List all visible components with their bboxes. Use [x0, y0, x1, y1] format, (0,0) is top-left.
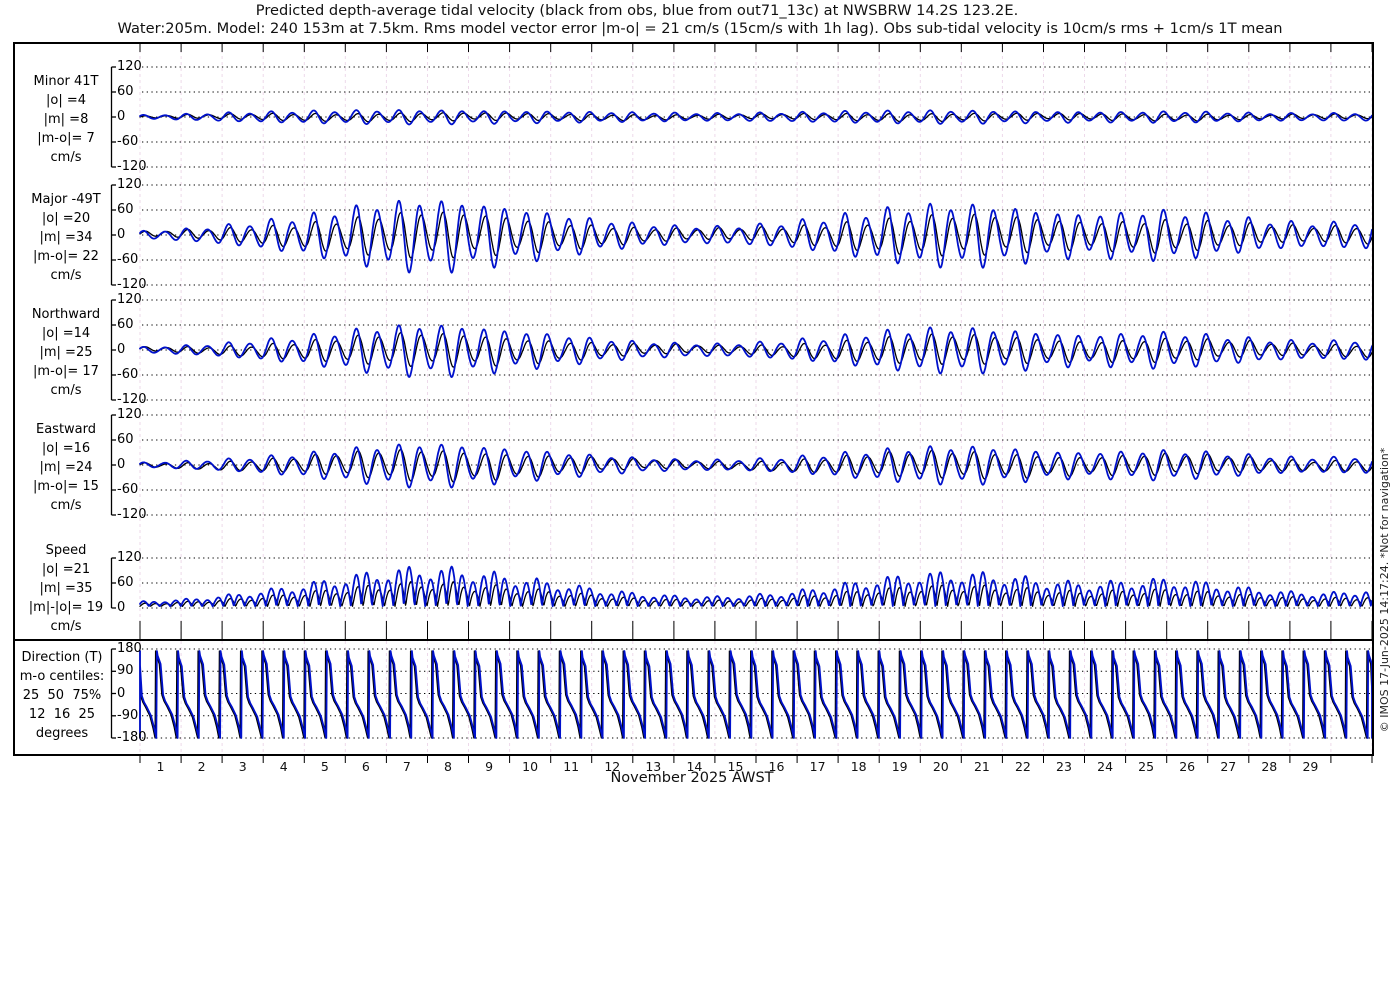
y-tick-label: 0 — [117, 227, 126, 242]
y-tick-label: -60 — [117, 134, 139, 149]
day-label: 9 — [485, 759, 494, 774]
y-tick-label: 60 — [117, 575, 134, 590]
panel-label-line: |m| =34 — [39, 230, 93, 245]
y-tick-label: -90 — [117, 707, 139, 723]
day-label: 6 — [361, 759, 370, 774]
panel-label-minor: Minor 41T |o| =4 |m| =8 |m-o|= 7 cm/s — [16, 72, 116, 167]
y-tick-label: 60 — [117, 202, 134, 217]
panel-label-line: |o| =14 — [41, 326, 91, 341]
panel-label-line: cm/s — [50, 268, 82, 283]
panel-label-line: |m| =24 — [39, 460, 93, 475]
day-label: 26 — [1179, 759, 1196, 774]
day-label: 19 — [891, 759, 908, 774]
day-label: 28 — [1261, 759, 1278, 774]
panel-label-line: |m-o|= 22 — [33, 249, 99, 264]
panel-label-speed: Speed |o| =21 |m| =35 |m|-|o|= 19 cm/s — [16, 541, 116, 636]
panel-label-line: cm/s — [50, 619, 82, 634]
tidal-velocity-figure: Predicted depth-average tidal velocity (… — [0, 0, 1400, 800]
day-label: 10 — [522, 759, 539, 774]
panel-label-line: Speed — [45, 543, 87, 558]
day-label: 4 — [279, 759, 288, 774]
y-tick-label: 0 — [117, 342, 126, 357]
panel-label-line: Minor 41T — [33, 74, 99, 89]
panel-label-line: 12 16 25 — [28, 707, 96, 722]
day-label: 23 — [1056, 759, 1072, 774]
day-label: 5 — [320, 759, 329, 774]
day-label: 22 — [1014, 759, 1031, 774]
y-tick-label: 60 — [117, 317, 134, 332]
day-label: 7 — [402, 759, 411, 774]
day-label: 21 — [973, 759, 990, 774]
panel-label-line: Northward — [31, 307, 101, 322]
panel-label-line: Major -49T — [31, 192, 101, 207]
panel-label-line: |m| =35 — [39, 581, 93, 596]
panel-label-line: m-o centiles: — [19, 669, 105, 684]
panel-label-line: |o| =21 — [41, 562, 91, 577]
y-tick-label: 90 — [117, 663, 134, 679]
panel-label-eastward: Eastward |o| =16 |m| =24 |m-o|= 15 cm/s — [16, 420, 116, 515]
panel-label-line: Direction (T) — [21, 650, 103, 665]
day-label: 8 — [444, 759, 452, 774]
y-tick-label: 60 — [117, 432, 134, 447]
panel-label-direction: Direction (T) m-o centiles: 25 50 75% 12 16… — [12, 648, 112, 743]
y-tick-label: -120 — [117, 159, 147, 174]
panel-label-line: |o| =4 — [45, 93, 86, 108]
panel-label-line: |m-o|= 17 — [33, 364, 99, 379]
y-tick-label: 60 — [117, 84, 134, 99]
panel-label-northward: Northward |o| =14 |m| =25 |m-o|= 17 cm/s — [16, 305, 116, 400]
y-tick-label: 180 — [117, 641, 142, 656]
y-tick-label: 120 — [117, 59, 142, 74]
y-tick-label: 0 — [117, 109, 126, 124]
panel-label-line: |m-o|= 15 — [33, 479, 99, 494]
panel-label-line: |m|-|o|= 19 — [28, 600, 104, 615]
y-tick-label: -60 — [117, 482, 139, 497]
day-label: 27 — [1220, 759, 1237, 774]
y-tick-label: 120 — [117, 177, 142, 192]
day-label: 29 — [1302, 759, 1319, 774]
day-label: 2 — [197, 759, 206, 774]
panel-label-line: |o| =20 — [41, 211, 91, 226]
day-label: 18 — [850, 759, 867, 774]
imos-watermark: © IMOS 17-Jun-2025 14:17:24. *Not for na… — [1378, 447, 1391, 733]
y-tick-label: 0 — [117, 685, 126, 701]
y-tick-label: -180 — [117, 730, 147, 745]
y-tick-label: -120 — [117, 507, 147, 522]
direction-obs-curve — [139, 650, 1373, 739]
panel-label-line: degrees — [35, 726, 89, 741]
panel-label-line: |o| =16 — [41, 441, 91, 456]
panel-label-line: cm/s — [50, 383, 82, 398]
y-tick-label: 120 — [117, 407, 142, 422]
panel-label-line: |m| =8 — [43, 112, 89, 127]
day-label: 3 — [238, 759, 247, 774]
panel-label-line: |m| =25 — [39, 345, 93, 360]
y-tick-label: -60 — [117, 367, 139, 382]
panel-label-line: Eastward — [35, 422, 97, 437]
day-label: 20 — [932, 759, 949, 774]
frame-upper-panels — [13, 42, 1374, 641]
day-label: 25 — [1138, 759, 1155, 774]
panel-label-line: cm/s — [50, 498, 82, 513]
day-label: 24 — [1097, 759, 1114, 774]
y-tick-label: 120 — [117, 550, 142, 565]
day-label: 1 — [156, 759, 165, 774]
y-tick-label: -60 — [117, 252, 139, 267]
x-axis-month-label: November 2025 AWST — [610, 770, 774, 786]
y-tick-label: 0 — [117, 600, 126, 615]
y-tick-label: 120 — [117, 292, 142, 307]
panel-label-line: |m-o|= 7 — [37, 131, 95, 146]
panel-label-major: Major -49T |o| =20 |m| =34 |m-o|= 22 cm/s — [16, 190, 116, 285]
panel-label-line: cm/s — [50, 150, 82, 165]
y-tick-label: 0 — [117, 457, 126, 472]
plot-canvas — [13, 42, 1374, 763]
panel-label-line: 25 50 75% — [22, 688, 102, 703]
